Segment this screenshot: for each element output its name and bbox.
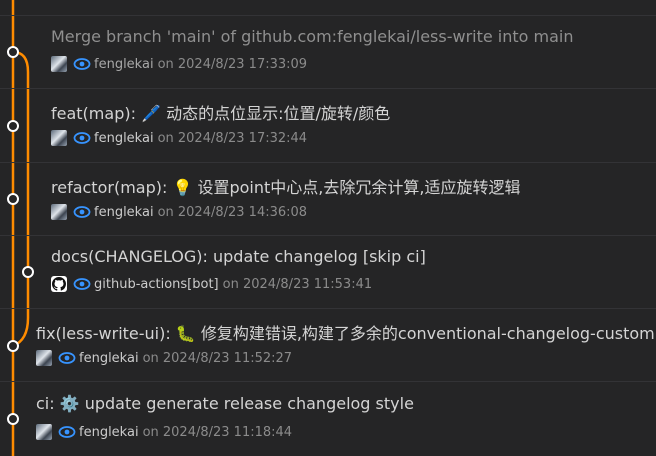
commit-row[interactable]: fix(less-write-ui): 🐛 修复构建错误,构建了多余的conve… [0, 309, 656, 382]
user-avatar [51, 56, 67, 72]
row-divider [0, 0, 656, 16]
commit-message: Merge branch 'main' of github.com:fengle… [51, 27, 574, 46]
user-avatar [36, 424, 52, 440]
commit-message: feat(map): 🖊️ 动态的点位显示:位置/旋转/颜色 [51, 104, 391, 123]
eye-icon[interactable] [58, 349, 76, 367]
commit-author[interactable]: github-actions[bot] [94, 277, 219, 292]
commit-meta: fenglekai on 2024/8/23 11:18:44 [36, 422, 292, 442]
commit-meta: fenglekai on 2024/8/23 14:36:08 [51, 202, 307, 222]
commit-date: on 2024/8/23 11:53:41 [222, 276, 373, 292]
user-avatar [51, 130, 67, 146]
eye-icon[interactable] [73, 129, 91, 147]
eye-icon[interactable] [73, 55, 91, 73]
commit-date: on 2024/8/23 14:36:08 [157, 204, 308, 220]
eye-icon[interactable] [73, 203, 91, 221]
eye-icon[interactable] [73, 275, 91, 293]
commit-meta: github-actions[bot] on 2024/8/23 11:53:4… [51, 274, 372, 294]
commit-meta: fenglekai on 2024/8/23 11:52:27 [36, 348, 292, 368]
github-icon [51, 276, 67, 292]
commit-row[interactable]: Merge branch 'main' of github.com:fengle… [0, 0, 656, 89]
user-avatar [51, 204, 67, 220]
commit-author[interactable]: fenglekai [79, 351, 139, 366]
commit-author[interactable]: fenglekai [94, 205, 154, 220]
commit-date: on 2024/8/23 17:32:44 [157, 130, 308, 146]
commit-date: on 2024/8/23 11:52:27 [142, 350, 293, 366]
commit-author[interactable]: fenglekai [79, 425, 139, 440]
commit-row[interactable]: refactor(map): 💡 设置point中心点,去除冗余计算,适应旋转逻… [0, 163, 656, 236]
commit-message: refactor(map): 💡 设置point中心点,去除冗余计算,适应旋转逻… [51, 178, 521, 197]
commit-row[interactable]: docs(CHANGELOG): update changelog [skip … [0, 236, 656, 309]
eye-icon[interactable] [58, 423, 76, 441]
commit-meta: fenglekai on 2024/8/23 17:33:09 [51, 54, 307, 74]
commit-author[interactable]: fenglekai [94, 57, 154, 72]
commit-message: fix(less-write-ui): 🐛 修复构建错误,构建了多余的conve… [36, 324, 655, 343]
commit-date: on 2024/8/23 11:18:44 [142, 424, 293, 440]
commit-row[interactable]: feat(map): 🖊️ 动态的点位显示:位置/旋转/颜色 fenglekai… [0, 89, 656, 163]
commit-meta: fenglekai on 2024/8/23 17:32:44 [51, 128, 307, 148]
commit-message: ci: ⚙️ update generate release changelog… [36, 394, 414, 413]
commit-author[interactable]: fenglekai [94, 131, 154, 146]
commit-row[interactable]: ci: ⚙️ update generate release changelog… [0, 382, 656, 456]
commit-message: docs(CHANGELOG): update changelog [skip … [51, 247, 426, 266]
user-avatar [36, 350, 52, 366]
commit-date: on 2024/8/23 17:33:09 [157, 56, 308, 72]
